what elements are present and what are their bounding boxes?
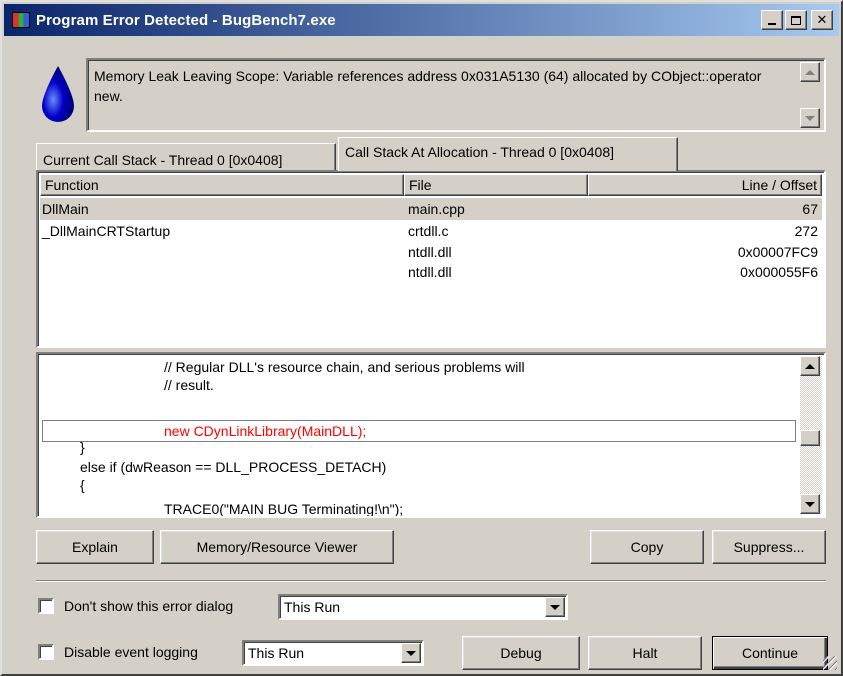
- disable-logging-dropdown[interactable]: This Run: [242, 640, 424, 666]
- chevron-down-icon: [406, 650, 416, 656]
- cell-line: 0x000055F6: [740, 264, 818, 280]
- code-line-highlighted: new CDynLinkLibrary(MainDLL);: [164, 423, 367, 439]
- dont-show-dropdown-button[interactable]: [545, 597, 565, 617]
- cell-file: ntdll.dll: [408, 264, 452, 280]
- error-message-box: Memory Leak Leaving Scope: Variable refe…: [86, 58, 826, 132]
- app-icon: [12, 12, 30, 28]
- message-scroll-down-button[interactable]: [800, 108, 820, 128]
- cell-function: [40, 262, 402, 282]
- tab-current-call-stack[interactable]: Current Call Stack - Thread 0 [0x0408]: [36, 143, 336, 171]
- cell-line: 272: [794, 223, 818, 239]
- chevron-up-icon: [805, 69, 815, 75]
- cell-line: 0x00007FC9: [737, 244, 818, 260]
- disable-logging-dropdown-button[interactable]: [401, 643, 421, 663]
- continue-button[interactable]: Continue: [712, 636, 828, 670]
- explain-button[interactable]: Explain: [36, 530, 154, 564]
- code-scrollbar[interactable]: [800, 356, 822, 514]
- minimize-button[interactable]: [761, 10, 783, 30]
- dont-show-dropdown[interactable]: This Run: [278, 594, 568, 620]
- halt-button[interactable]: Halt: [588, 636, 702, 670]
- code-line: {: [80, 477, 85, 493]
- dont-show-value: This Run: [284, 599, 341, 615]
- disable-logging-value: This Run: [248, 645, 305, 661]
- code-line: // Regular DLL's resource chain, and ser…: [164, 359, 525, 375]
- cell-function: [40, 242, 402, 262]
- table-row[interactable]: ntdll.dll 0x00007FC9: [40, 242, 822, 262]
- code-scroll-thumb[interactable]: [800, 430, 820, 446]
- disable-logging-label: Disable event logging: [64, 644, 198, 660]
- debug-button[interactable]: Debug: [462, 636, 580, 670]
- error-dialog: Program Error Detected - BugBench7.exe ✕…: [0, 0, 843, 676]
- title-bar[interactable]: Program Error Detected - BugBench7.exe ✕: [4, 4, 839, 36]
- dont-show-checkbox[interactable]: [38, 598, 54, 614]
- code-scroll-up-button[interactable]: [800, 356, 820, 376]
- message-scrollbar[interactable]: [800, 62, 822, 128]
- resize-grip-icon[interactable]: [823, 656, 837, 670]
- cell-file: crtdll.c: [408, 223, 449, 239]
- dont-show-label: Don't show this error dialog: [64, 598, 234, 614]
- cell-line: 67: [802, 201, 818, 217]
- table-row[interactable]: ntdll.dll 0x000055F6: [40, 262, 822, 282]
- maximize-button[interactable]: [785, 10, 807, 30]
- cell-file: ntdll.dll: [408, 244, 452, 260]
- column-header-function[interactable]: Function: [40, 174, 404, 196]
- copy-button[interactable]: Copy: [590, 530, 704, 564]
- maximize-icon: [791, 15, 801, 25]
- drop-icon: [42, 66, 74, 122]
- code-scroll-down-button[interactable]: [800, 494, 820, 514]
- table-row[interactable]: _DllMainCRTStartup crtdll.c 272: [40, 220, 822, 242]
- code-line: else if (dwReason == DLL_PROCESS_DETACH): [80, 459, 387, 475]
- call-stack-table: Function File Line / Offset DllMain main…: [36, 170, 826, 348]
- error-message: Memory Leak Leaving Scope: Variable refe…: [94, 68, 762, 104]
- message-scroll-up-button[interactable]: [800, 62, 820, 82]
- column-header-file[interactable]: File: [404, 174, 588, 196]
- table-header: Function File Line / Offset: [40, 174, 822, 196]
- suppress-button[interactable]: Suppress...: [712, 530, 826, 564]
- minimize-icon: [768, 23, 776, 25]
- tab-call-stack-at-allocation[interactable]: Call Stack At Allocation - Thread 0 [0x0…: [338, 137, 678, 171]
- close-button[interactable]: ✕: [811, 10, 833, 30]
- chevron-down-icon: [550, 604, 560, 610]
- window-title: Program Error Detected - BugBench7.exe: [36, 11, 336, 29]
- code-line: }: [80, 439, 85, 455]
- disable-logging-checkbox[interactable]: [38, 644, 54, 660]
- chevron-up-icon: [805, 363, 815, 369]
- cell-function: _DllMainCRTStartup: [42, 223, 171, 239]
- separator: [36, 580, 826, 582]
- current-line-highlight: [42, 420, 796, 442]
- code-line: TRACE0("MAIN BUG Terminating!\n");: [164, 501, 404, 517]
- chevron-down-icon: [805, 501, 815, 507]
- cell-function: DllMain: [42, 201, 89, 217]
- source-code-view[interactable]: // Regular DLL's resource chain, and ser…: [36, 352, 826, 518]
- chevron-down-icon: [805, 115, 815, 121]
- memory-resource-viewer-button[interactable]: Memory/Resource Viewer: [160, 530, 394, 564]
- column-header-line-offset[interactable]: Line / Offset: [588, 174, 822, 196]
- code-line: // result.: [164, 377, 214, 393]
- cell-file: main.cpp: [408, 201, 465, 217]
- close-icon: ✕: [816, 12, 828, 28]
- table-row[interactable]: DllMain main.cpp 67: [40, 198, 822, 220]
